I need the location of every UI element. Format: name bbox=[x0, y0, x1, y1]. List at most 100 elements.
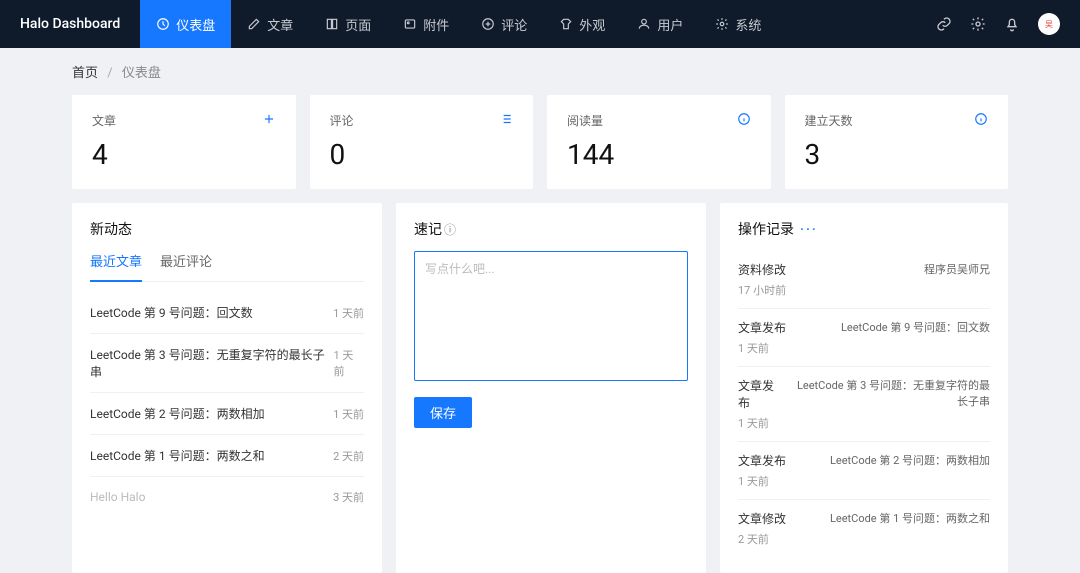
logs-panel: 操作记录 ··· 资料修改 程序员吴师兄 17 小时前 文章发布 LeetCode… bbox=[720, 203, 1008, 573]
bell-icon[interactable] bbox=[1004, 16, 1020, 32]
stat-value: 144 bbox=[567, 138, 751, 171]
dashboard-icon bbox=[156, 17, 170, 31]
stat-comments: 评论 0 bbox=[310, 95, 534, 189]
post-time: 1 天前 bbox=[333, 406, 364, 422]
list-item: 资料修改 程序员吴师兄 17 小时前 bbox=[738, 251, 990, 309]
post-list: LeetCode 第 9 号问题：回文数 1 天前 LeetCode 第 3 号… bbox=[90, 292, 364, 517]
nav-appearance[interactable]: 外观 bbox=[543, 0, 621, 48]
logs-title: 操作记录 bbox=[738, 222, 794, 238]
avatar[interactable]: 吴 bbox=[1038, 13, 1060, 35]
nav-attachments[interactable]: 附件 bbox=[387, 0, 465, 48]
list-item[interactable]: LeetCode 第 1 号问题：两数之和 2 天前 bbox=[90, 435, 364, 477]
log-type: 文章发布 bbox=[738, 452, 786, 469]
save-button[interactable]: 保存 bbox=[414, 397, 472, 428]
nav-users[interactable]: 用户 bbox=[621, 0, 699, 48]
list-item[interactable]: LeetCode 第 3 号问题：无重复字符的最长子串 1 天前 bbox=[90, 334, 364, 393]
list-item[interactable]: LeetCode 第 9 号问题：回文数 1 天前 bbox=[90, 292, 364, 334]
breadcrumb-current: 仪表盘 bbox=[122, 66, 161, 81]
page-icon bbox=[325, 17, 339, 31]
brand: Halo Dashboard bbox=[0, 16, 140, 32]
activity-tabs: 最近文章 最近评论 bbox=[90, 251, 364, 282]
stats-row: 文章 4 评论 0 阅读量 144 建立天数 3 bbox=[72, 95, 1008, 189]
log-time: 17 小时前 bbox=[738, 282, 990, 298]
link-icon[interactable] bbox=[936, 16, 952, 32]
post-title: LeetCode 第 3 号问题：无重复字符的最长子串 bbox=[90, 346, 333, 380]
nav-system[interactable]: 系统 bbox=[699, 0, 777, 48]
post-title: LeetCode 第 9 号问题：回文数 bbox=[90, 304, 253, 321]
attachment-icon bbox=[403, 17, 417, 31]
breadcrumb-sep: / bbox=[107, 66, 112, 81]
topbar-right: 吴 bbox=[936, 13, 1080, 35]
list-item: 文章发布 LeetCode 第 2 号问题：两数相加 1 天前 bbox=[738, 442, 990, 500]
list-item: 文章发布 LeetCode 第 3 号问题：无重复字符的最长子串 1 天前 bbox=[738, 367, 990, 442]
info-icon[interactable]: ⓘ bbox=[444, 223, 456, 237]
list-icon[interactable] bbox=[499, 111, 513, 130]
more-icon[interactable]: ··· bbox=[800, 222, 818, 238]
stat-posts: 文章 4 bbox=[72, 95, 296, 189]
activity-panel: 新动态 最近文章 最近评论 LeetCode 第 9 号问题：回文数 1 天前 … bbox=[72, 203, 382, 573]
topbar: Halo Dashboard 仪表盘 文章 页面 附件 评论 外观 用户 bbox=[0, 0, 1080, 48]
list-item: 文章发布 LeetCode 第 9 号问题：回文数 1 天前 bbox=[738, 309, 990, 367]
stat-days: 建立天数 3 bbox=[785, 95, 1009, 189]
stat-value: 0 bbox=[330, 138, 514, 171]
nav-label: 外观 bbox=[579, 15, 605, 34]
panel-title: 速记ⓘ bbox=[414, 219, 688, 239]
nav-pages[interactable]: 页面 bbox=[309, 0, 387, 48]
comment-icon bbox=[481, 17, 495, 31]
nav-label: 评论 bbox=[501, 15, 527, 34]
post-time: 3 天前 bbox=[333, 489, 364, 505]
stat-label: 建立天数 bbox=[805, 112, 853, 129]
appearance-icon bbox=[559, 17, 573, 31]
info-icon[interactable] bbox=[737, 111, 751, 130]
post-title: Hello Halo bbox=[90, 490, 145, 504]
stat-views: 阅读量 144 bbox=[547, 95, 771, 189]
log-detail: LeetCode 第 9 号问题：回文数 bbox=[841, 319, 990, 335]
nav-dashboard[interactable]: 仪表盘 bbox=[140, 0, 231, 48]
tab-recent-comments[interactable]: 最近评论 bbox=[160, 251, 212, 281]
stat-value: 3 bbox=[805, 138, 989, 171]
post-title: LeetCode 第 1 号问题：两数之和 bbox=[90, 447, 265, 464]
log-detail: LeetCode 第 3 号问题：无重复字符的最长子串 bbox=[790, 377, 990, 409]
main-nav: 仪表盘 文章 页面 附件 评论 外观 用户 系统 bbox=[140, 0, 777, 48]
info-icon[interactable] bbox=[974, 111, 988, 130]
nav-label: 页面 bbox=[345, 15, 371, 34]
nav-posts[interactable]: 文章 bbox=[231, 0, 309, 48]
log-type: 文章发布 bbox=[738, 377, 780, 411]
quicknote-title: 速记 bbox=[414, 222, 442, 238]
log-type: 文章发布 bbox=[738, 319, 786, 336]
log-time: 2 天前 bbox=[738, 531, 990, 547]
panel-title: 新动态 bbox=[90, 219, 364, 239]
gear-icon bbox=[715, 17, 729, 31]
breadcrumb: 首页 / 仪表盘 bbox=[0, 48, 1080, 95]
edit-icon bbox=[247, 17, 261, 31]
log-detail: LeetCode 第 1 号问题：两数之和 bbox=[830, 510, 990, 526]
stat-label: 阅读量 bbox=[567, 112, 603, 129]
stat-label: 文章 bbox=[92, 112, 116, 129]
list-item[interactable]: Hello Halo 3 天前 bbox=[90, 477, 364, 517]
stat-label: 评论 bbox=[330, 112, 354, 129]
quicknote-textarea[interactable] bbox=[414, 251, 688, 381]
main-container: 文章 4 评论 0 阅读量 144 建立天数 3 bbox=[0, 95, 1080, 573]
quicknote-panel: 速记ⓘ 保存 bbox=[396, 203, 706, 573]
plus-icon[interactable] bbox=[262, 111, 276, 130]
log-detail: 程序员吴师兄 bbox=[924, 261, 990, 277]
post-time: 2 天前 bbox=[333, 448, 364, 464]
panel-title: 操作记录 ··· bbox=[738, 219, 990, 239]
log-type: 文章修改 bbox=[738, 510, 786, 527]
list-item: 文章修改 LeetCode 第 1 号问题：两数之和 2 天前 bbox=[738, 500, 990, 557]
settings-icon[interactable] bbox=[970, 16, 986, 32]
log-type: 资料修改 bbox=[738, 261, 786, 278]
nav-comments[interactable]: 评论 bbox=[465, 0, 543, 48]
post-time: 1 天前 bbox=[333, 305, 364, 321]
post-time: 1 天前 bbox=[333, 347, 364, 379]
nav-label: 系统 bbox=[735, 15, 761, 34]
breadcrumb-home[interactable]: 首页 bbox=[72, 66, 98, 81]
tab-recent-posts[interactable]: 最近文章 bbox=[90, 251, 142, 282]
list-item[interactable]: LeetCode 第 2 号问题：两数相加 1 天前 bbox=[90, 393, 364, 435]
stat-value: 4 bbox=[92, 138, 276, 171]
log-time: 1 天前 bbox=[738, 473, 990, 489]
nav-label: 文章 bbox=[267, 15, 293, 34]
nav-label: 仪表盘 bbox=[176, 15, 215, 34]
log-time: 1 天前 bbox=[738, 340, 990, 356]
nav-label: 附件 bbox=[423, 15, 449, 34]
